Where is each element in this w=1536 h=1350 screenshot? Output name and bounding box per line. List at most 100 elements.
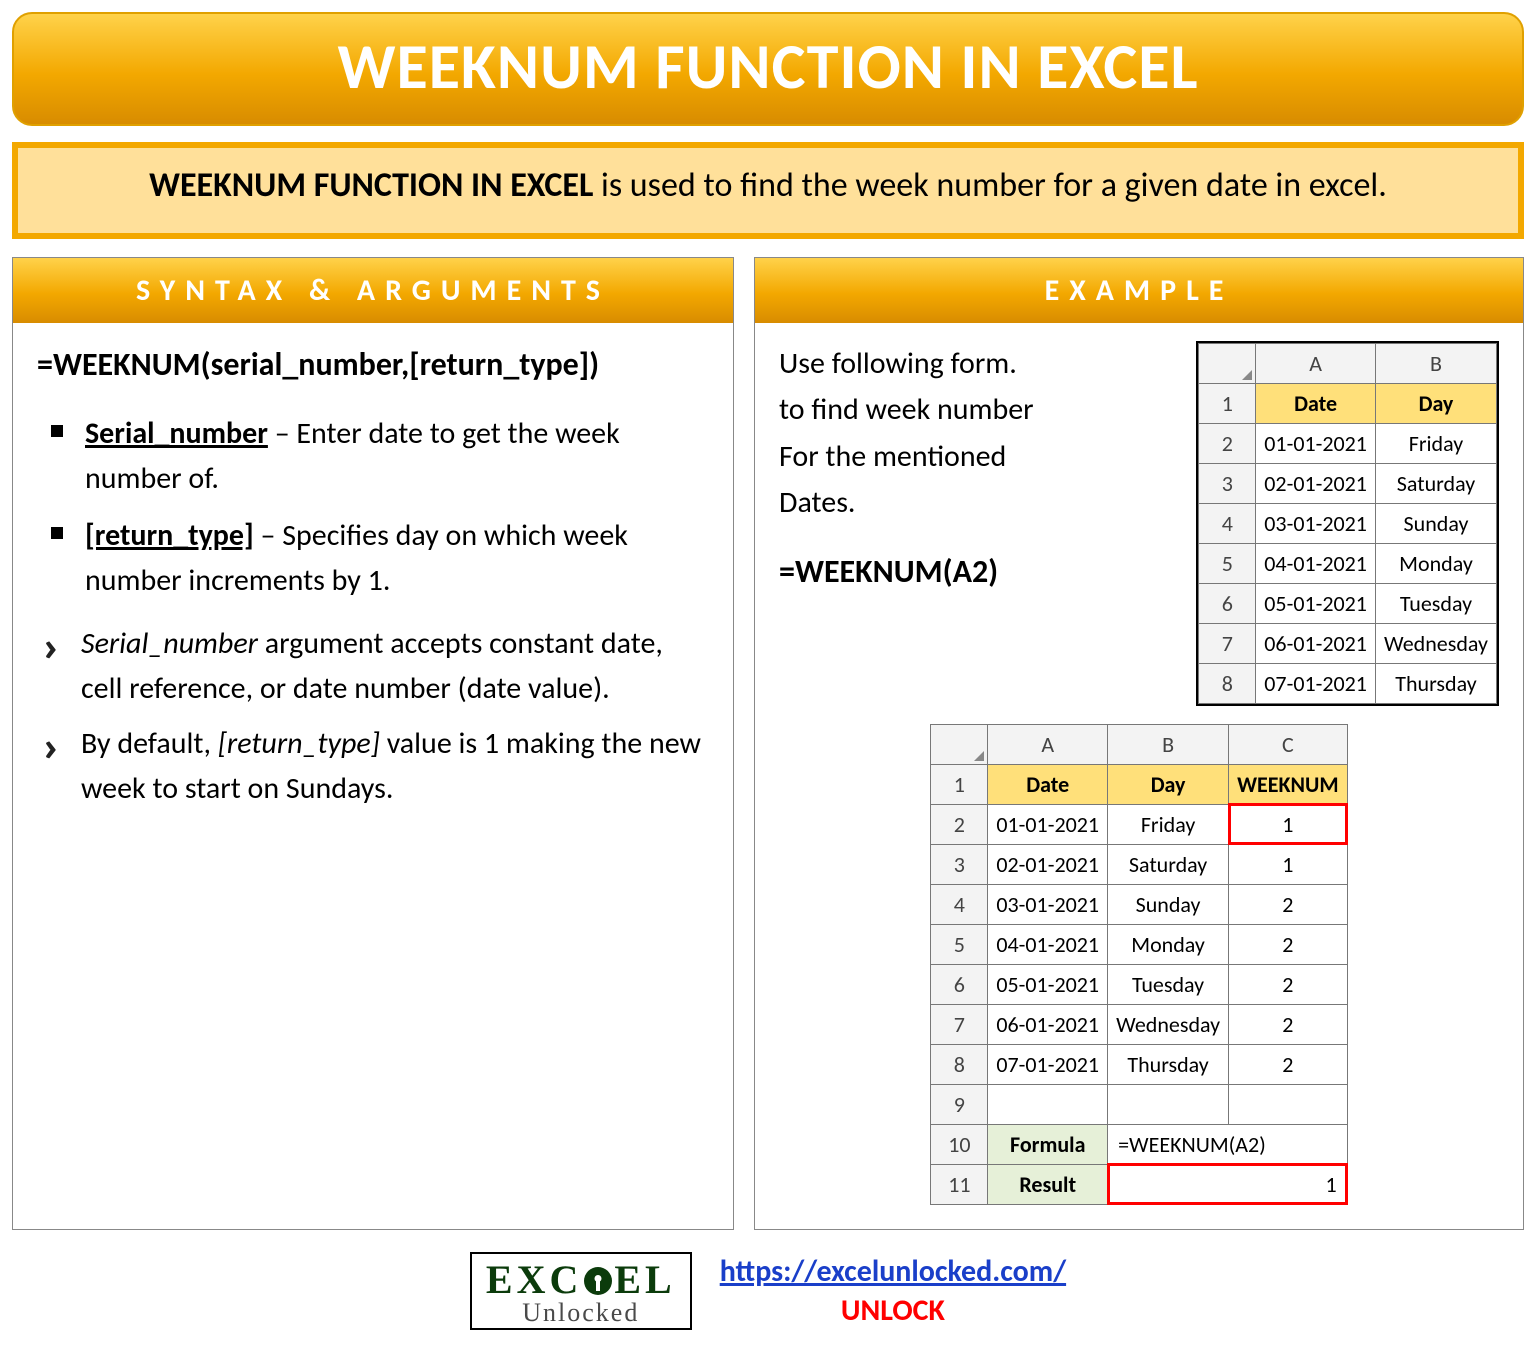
argument-item: [return_type] – Specifies day on which w… [37, 513, 709, 603]
row-header: 9 [931, 1084, 988, 1124]
row-header: 2 [931, 804, 988, 844]
row-header: 8 [1199, 663, 1256, 703]
table-cell: Tuesday [1375, 583, 1496, 623]
table-cell: Thursday [1108, 1044, 1229, 1084]
table-cell: 05-01-2021 [1256, 583, 1376, 623]
row-header: 5 [1199, 543, 1256, 583]
note-lead: By default, [81, 725, 218, 762]
table-cell-weeknum: 1 [1229, 804, 1348, 844]
table-corner [931, 724, 988, 764]
formula-label-cell: Formula [988, 1124, 1108, 1164]
table-header-cell: Date [988, 764, 1108, 804]
table-cell-weeknum: 1 [1229, 844, 1348, 884]
col-header: A [1256, 343, 1376, 383]
table-cell: Friday [1375, 423, 1496, 463]
intro-line: Dates. [779, 480, 1178, 527]
notes-list: Serial_number argument accepts constant … [37, 621, 709, 811]
example-top-row: Use following form. to find week number … [779, 341, 1499, 706]
table-header-cell: WEEKNUM [1229, 764, 1348, 804]
table-header-cell: Day [1108, 764, 1229, 804]
row-header: 8 [931, 1044, 988, 1084]
col-header: B [1108, 724, 1229, 764]
table-cell: Saturday [1108, 844, 1229, 884]
row-header: 2 [1199, 423, 1256, 463]
row-header: 7 [1199, 623, 1256, 663]
table-cell: 05-01-2021 [988, 964, 1108, 1004]
row-header: 3 [1199, 463, 1256, 503]
table-cell-weeknum: 2 [1229, 884, 1348, 924]
row-header: 10 [931, 1124, 988, 1164]
table-cell: Sunday [1375, 503, 1496, 543]
small-table-frame: AB1DateDay201-01-2021Friday302-01-2021Sa… [1196, 341, 1499, 706]
table-cell: Friday [1108, 804, 1229, 844]
page-title: WEEKNUM FUNCTION IN EXCEL [24, 28, 1512, 106]
table-cell: Monday [1375, 543, 1496, 583]
title-bar: WEEKNUM FUNCTION IN EXCEL [12, 12, 1524, 126]
table-cell: 02-01-2021 [1256, 463, 1376, 503]
example-body: Use following form. to find week number … [755, 323, 1523, 1229]
footer: EXCEL Unlocked https://excelunlocked.com… [12, 1252, 1524, 1330]
example-header: EXAMPLE [755, 258, 1523, 323]
small-excel-table: AB1DateDay201-01-2021Friday302-01-2021Sa… [1198, 343, 1497, 704]
table-cell-weeknum: 2 [1229, 964, 1348, 1004]
row-header: 4 [1199, 503, 1256, 543]
logo-line1: EXCEL [486, 1260, 676, 1300]
table-cell: 06-01-2021 [988, 1004, 1108, 1044]
table-cell: 03-01-2021 [988, 884, 1108, 924]
table-cell: Wednesday [1108, 1004, 1229, 1044]
table-cell: 04-01-2021 [1256, 543, 1376, 583]
table-cell: 07-01-2021 [1256, 663, 1376, 703]
syntax-body: =WEEKNUM(serial_number,[return_type]) Se… [13, 323, 733, 845]
formula-value-cell: =WEEKNUM(A2) [1108, 1124, 1348, 1164]
intro-line: Use following form. [779, 341, 1178, 388]
row-header: 1 [1199, 383, 1256, 423]
col-header: B [1375, 343, 1496, 383]
table-cell: 01-01-2021 [988, 804, 1108, 844]
example-section: EXAMPLE Use following form. to find week… [754, 257, 1524, 1230]
col-header: C [1229, 724, 1348, 764]
result-value-cell: 1 [1108, 1164, 1348, 1204]
table-cell: 04-01-2021 [988, 924, 1108, 964]
logo: EXCEL Unlocked [470, 1252, 692, 1330]
table-cell: 01-01-2021 [1256, 423, 1376, 463]
footer-link-block: https://excelunlocked.com/ UNLOCK [720, 1253, 1066, 1329]
keyhole-icon [584, 1267, 612, 1295]
table-cell: 03-01-2021 [1256, 503, 1376, 543]
row-header: 6 [1199, 583, 1256, 623]
row-header: 7 [931, 1004, 988, 1044]
col-header: A [988, 724, 1108, 764]
syntax-section: SYNTAX & ARGUMENTS =WEEKNUM(serial_numbe… [12, 257, 734, 1230]
table-cell: Wednesday [1375, 623, 1496, 663]
row-header: 6 [931, 964, 988, 1004]
argument-name: [return_type] [85, 517, 254, 554]
table-cell: 07-01-2021 [988, 1044, 1108, 1084]
row-header: 4 [931, 884, 988, 924]
syntax-header: SYNTAX & ARGUMENTS [13, 258, 733, 323]
columns: SYNTAX & ARGUMENTS =WEEKNUM(serial_numbe… [12, 257, 1524, 1230]
infographic-page: WEEKNUM FUNCTION IN EXCEL WEEKNUM FUNCTI… [0, 0, 1536, 1350]
big-excel-table: ABC1DateDayWEEKNUM201-01-2021Friday1302-… [930, 724, 1347, 1205]
table-cell: Sunday [1108, 884, 1229, 924]
row-header: 5 [931, 924, 988, 964]
big-table-frame: ABC1DateDayWEEKNUM201-01-2021Friday1302-… [930, 724, 1347, 1205]
unlock-label: UNLOCK [720, 1292, 1066, 1329]
table-cell: Tuesday [1108, 964, 1229, 1004]
table-cell: 06-01-2021 [1256, 623, 1376, 663]
intro-line: to find week number [779, 387, 1178, 434]
table-cell [1108, 1084, 1229, 1124]
description-bold: WEEKNUM FUNCTION IN EXCEL [149, 165, 593, 206]
note-italic: Serial_number [81, 625, 258, 662]
table-cell: 02-01-2021 [988, 844, 1108, 884]
table-cell-weeknum: 2 [1229, 1004, 1348, 1044]
big-table-wrap: ABC1DateDayWEEKNUM201-01-2021Friday1302-… [779, 724, 1499, 1205]
syntax-formula: =WEEKNUM(serial_number,[return_type]) [37, 341, 709, 389]
table-corner [1199, 343, 1256, 383]
description-band: WEEKNUM FUNCTION IN EXCEL is used to fin… [12, 142, 1524, 239]
example-intro: Use following form. to find week number … [779, 341, 1178, 706]
logo-line2: Unlocked [486, 1300, 676, 1326]
result-label-cell: Result [988, 1164, 1108, 1204]
argument-list: Serial_number – Enter date to get the we… [37, 411, 709, 603]
table-cell [1229, 1084, 1348, 1124]
site-link[interactable]: https://excelunlocked.com/ [720, 1253, 1066, 1290]
table-cell: Thursday [1375, 663, 1496, 703]
